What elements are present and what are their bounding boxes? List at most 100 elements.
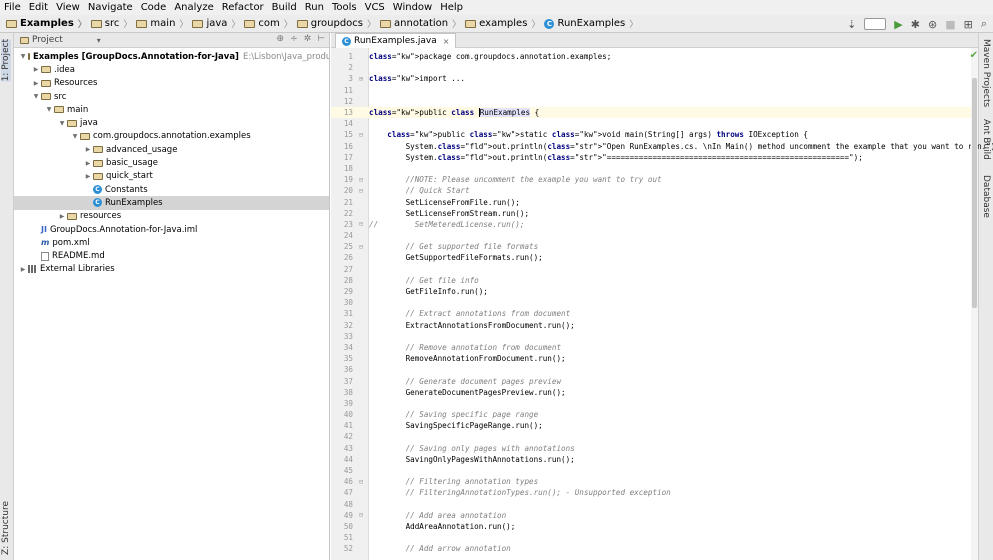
tree-item[interactable]: C Constants: [14, 183, 329, 196]
breadcrumb-item[interactable]: java 〉: [192, 17, 244, 30]
tree-item[interactable]: m pom.xml: [14, 236, 329, 249]
code-line[interactable]: 28 // Get file info: [331, 275, 971, 286]
tree-item[interactable]: C RunExamples: [14, 196, 329, 210]
code-line[interactable]: 52 // Add arrow annotation: [331, 543, 971, 554]
run-icon[interactable]: ▶: [894, 18, 902, 31]
debug-icon[interactable]: ✱: [911, 18, 920, 31]
breadcrumb-item[interactable]: main 〉: [136, 17, 192, 30]
code-line[interactable]: 11: [331, 85, 971, 96]
menu-edit[interactable]: Edit: [29, 2, 48, 13]
tree-item[interactable]: ▼ java: [14, 116, 329, 129]
tree-item[interactable]: JI GroupDocs.Annotation-for-Java.iml: [14, 223, 329, 236]
code-line[interactable]: 36: [331, 364, 971, 375]
collapse-arrow-icon[interactable]: ▶: [57, 213, 67, 220]
build-icon[interactable]: ⇣: [847, 18, 856, 31]
fold-icon[interactable]: ⊞: [353, 75, 369, 83]
code-line[interactable]: 3 ⊞ class="kw">import ...: [331, 73, 971, 84]
expand-arrow-icon[interactable]: ▼: [70, 133, 80, 140]
code-line[interactable]: 39: [331, 398, 971, 409]
code-area[interactable]: 1 class="kw">package com.groupdocs.annota…: [331, 51, 993, 554]
menu-window[interactable]: Window: [393, 2, 432, 13]
fold-icon[interactable]: ⊟: [353, 187, 369, 195]
code-line[interactable]: 20 ⊟ // Quick Start: [331, 185, 971, 196]
code-line[interactable]: 48: [331, 499, 971, 510]
project-structure-icon[interactable]: ⊞: [964, 18, 973, 31]
code-line[interactable]: 21 SetLicenseFromFile.run();: [331, 196, 971, 207]
chevron-down-icon[interactable]: ▾: [97, 36, 101, 45]
expand-arrow-icon[interactable]: ▼: [18, 53, 28, 60]
tree-item[interactable]: ▼ main: [14, 103, 329, 116]
code-line[interactable]: 47 // FilteringAnnotationTypes.run(); - …: [331, 487, 971, 498]
stop-icon[interactable]: ■: [945, 18, 955, 31]
menu-vcs[interactable]: VCS: [365, 2, 385, 13]
tree-item[interactable]: ▶ basic_usage: [14, 156, 329, 169]
expand-arrow-icon[interactable]: ▼: [57, 120, 67, 127]
code-line[interactable]: 17 System.class="fld">out.println(class=…: [331, 152, 971, 163]
tree-item[interactable]: ▶ .idea: [14, 63, 329, 76]
structure-tool-button[interactable]: Z: Structure: [1, 501, 11, 555]
scroll-thumb[interactable]: [972, 78, 977, 308]
code-line[interactable]: 41 SavingSpecificPageRange.run();: [331, 420, 971, 431]
menu-file[interactable]: File: [4, 2, 21, 13]
code-line[interactable]: 15 ⊟ class="kw">public class="kw">static …: [331, 129, 971, 140]
code-line[interactable]: 27: [331, 264, 971, 275]
tree-item[interactable]: ▶ resources: [14, 210, 329, 223]
menu-build[interactable]: Build: [272, 2, 297, 13]
code-line[interactable]: 33: [331, 331, 971, 342]
code-line[interactable]: 42: [331, 431, 971, 442]
collapse-arrow-icon[interactable]: ▶: [31, 80, 41, 87]
collapse-arrow-icon[interactable]: ▶: [31, 66, 41, 73]
tree-item[interactable]: ▼ Examples [GroupDocs.Annotation-for-Java…: [14, 50, 329, 63]
expand-arrow-icon[interactable]: ▼: [31, 93, 41, 100]
fold-icon[interactable]: ⊟: [353, 243, 369, 251]
fold-icon[interactable]: ⊟: [353, 478, 369, 486]
menu-tools[interactable]: Tools: [332, 2, 357, 13]
collapse-arrow-icon[interactable]: ▶: [83, 160, 93, 167]
code-line[interactable]: 40 // Saving specific page range: [331, 409, 971, 420]
code-line[interactable]: 12: [331, 96, 971, 107]
fold-icon[interactable]: ⊟: [353, 511, 369, 519]
code-line[interactable]: 49 ⊟ // Add area annotation: [331, 510, 971, 521]
hide-icon[interactable]: ⊢: [317, 34, 325, 44]
close-icon[interactable]: ×: [443, 37, 450, 46]
sync-icon[interactable]: ⊕: [277, 34, 285, 44]
menu-help[interactable]: Help: [440, 2, 463, 13]
project-tool-button[interactable]: 1: Project: [1, 39, 11, 82]
fold-icon[interactable]: ⊟: [353, 131, 369, 139]
coverage-icon[interactable]: ⊛: [928, 18, 937, 31]
breadcrumb-item[interactable]: C RunExamples 〉: [544, 17, 642, 30]
project-view-selector[interactable]: Project: [32, 35, 63, 45]
breadcrumb-item[interactable]: examples 〉: [465, 17, 544, 30]
code-line[interactable]: 31 // Extract annotations from document: [331, 308, 971, 319]
code-line[interactable]: 38 GenerateDocumentPagesPreview.run();: [331, 387, 971, 398]
code-line[interactable]: 35 RemoveAnnotationFromDocument.run();: [331, 353, 971, 364]
fold-icon[interactable]: ⊟: [353, 176, 369, 184]
code-line[interactable]: 14: [331, 118, 971, 129]
code-line[interactable]: 29 GetFileInfo.run();: [331, 286, 971, 297]
code-line[interactable]: 19 ⊟ //NOTE: Please uncomment the example…: [331, 174, 971, 185]
code-line[interactable]: 25 ⊟ // Get supported file formats: [331, 241, 971, 252]
tree-item[interactable]: README.md: [14, 249, 329, 262]
code-line[interactable]: 1 class="kw">package com.groupdocs.annota…: [331, 51, 971, 62]
tree-item[interactable]: ▶ advanced_usage: [14, 143, 329, 156]
tree-item[interactable]: ▼ com.groupdocs.annotation.examples: [14, 130, 329, 143]
menu-refactor[interactable]: Refactor: [222, 2, 264, 13]
code-line[interactable]: 30: [331, 297, 971, 308]
breadcrumb-item[interactable]: com 〉: [244, 17, 296, 30]
ant-build-tool-button[interactable]: Ant Build: [981, 119, 991, 160]
run-config-dropdown[interactable]: [864, 18, 887, 30]
collapse-arrow-icon[interactable]: ▶: [18, 266, 28, 273]
collapse-arrow-icon[interactable]: ▶: [83, 173, 93, 180]
code-line[interactable]: 2: [331, 62, 971, 73]
fold-icon[interactable]: ⊟: [353, 220, 369, 228]
gear-icon[interactable]: ✲: [304, 34, 312, 44]
tree-item[interactable]: ▼ src: [14, 90, 329, 103]
search-icon[interactable]: ⌕: [981, 17, 987, 31]
menu-code[interactable]: Code: [141, 2, 167, 13]
maven-projects-tool-button[interactable]: Maven Projects: [981, 39, 991, 107]
database-tool-button[interactable]: Database: [981, 175, 991, 218]
code-line[interactable]: 46 ⊟ // Filtering annotation types: [331, 476, 971, 487]
tree-item[interactable]: ▶ quick_start: [14, 170, 329, 183]
code-line[interactable]: 22 SetLicenseFromStream.run();: [331, 208, 971, 219]
code-line[interactable]: 51: [331, 532, 971, 543]
